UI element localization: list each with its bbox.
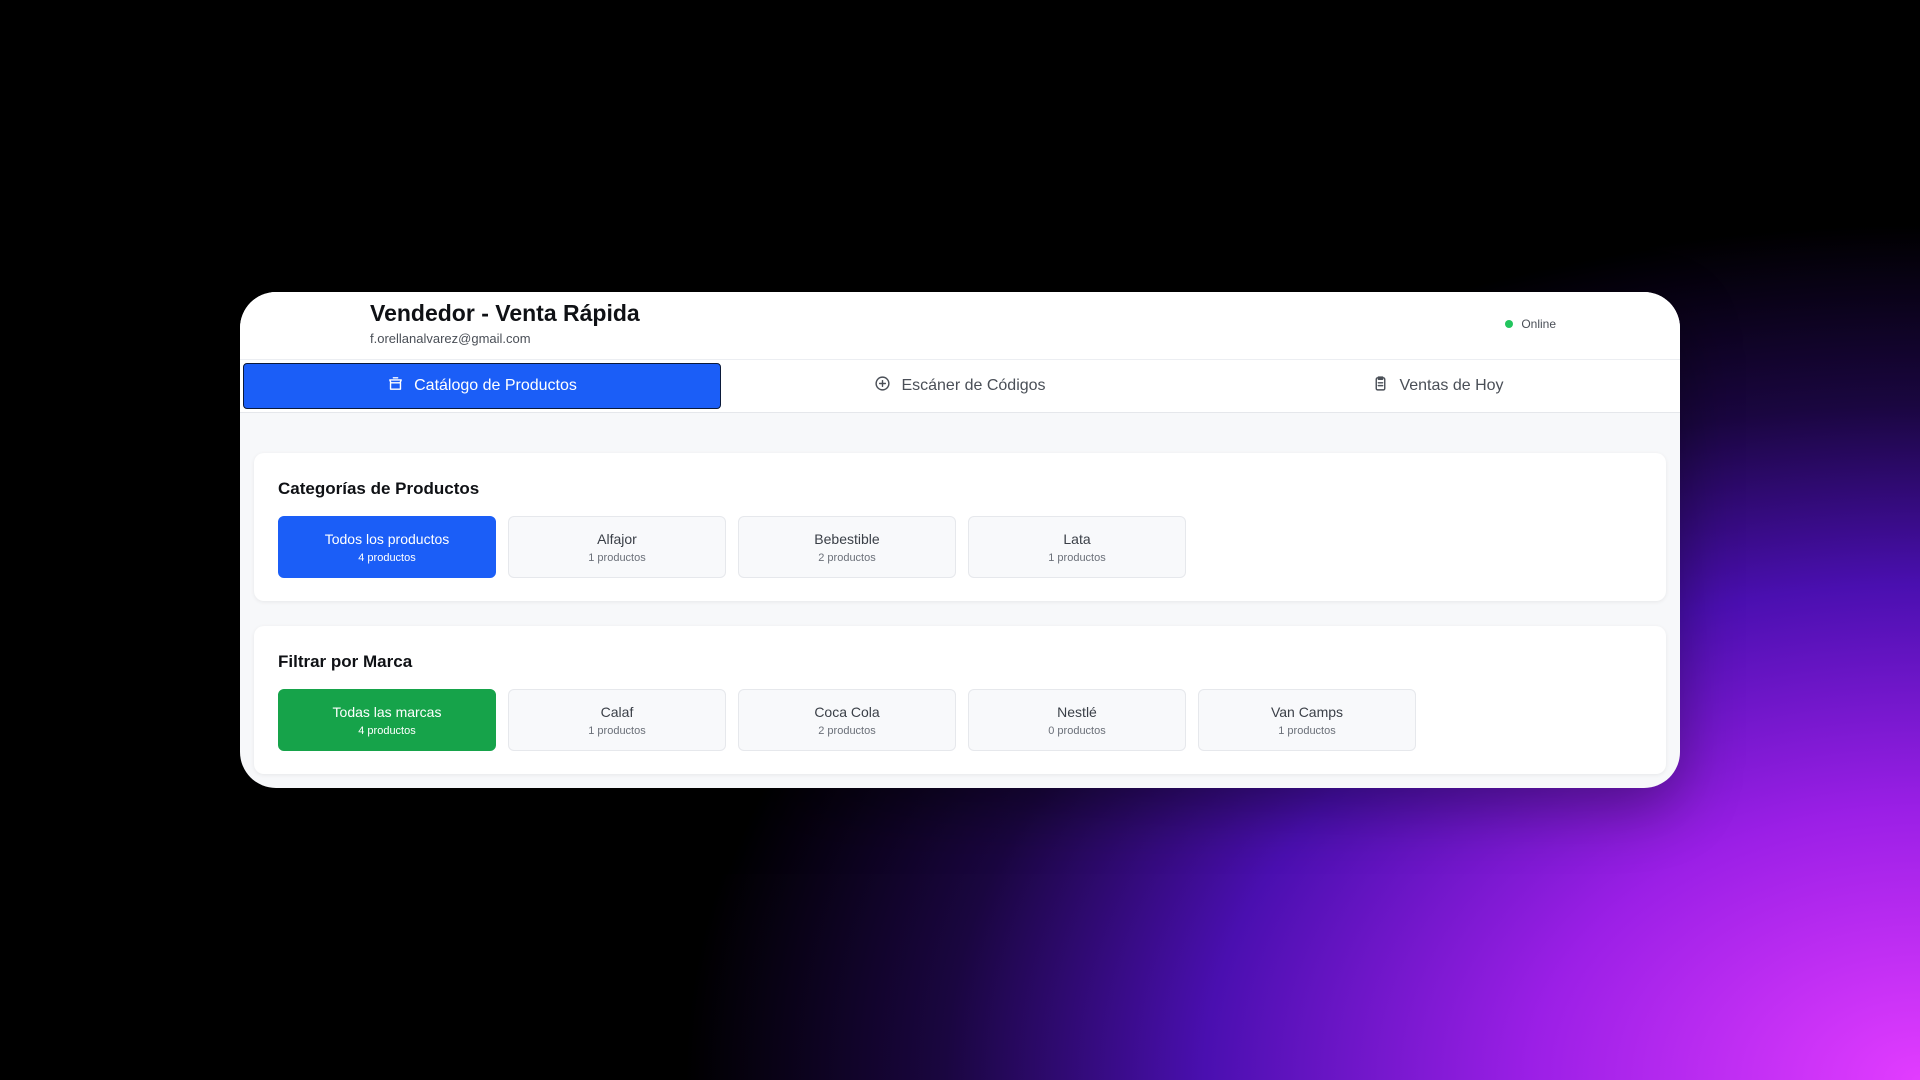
store-icon	[387, 375, 404, 397]
chip-count: 1 productos	[588, 724, 646, 737]
tab-escaner[interactable]: Escáner de Códigos	[721, 363, 1199, 409]
categories-card: Categorías de Productos Todos los produc…	[254, 453, 1666, 601]
chip-count: 4 productos	[358, 724, 416, 737]
tab-label: Catálogo de Productos	[414, 377, 577, 394]
chip-name: Todos los productos	[324, 530, 450, 547]
chip-count: 1 productos	[588, 551, 646, 564]
category-chip-lata[interactable]: Lata 1 productos	[968, 516, 1186, 578]
tab-label: Escáner de Códigos	[901, 377, 1046, 394]
tab-ventas[interactable]: Ventas de Hoy	[1199, 363, 1677, 409]
page-title: Vendedor - Venta Rápida	[370, 300, 640, 326]
brand-chip-todas[interactable]: Todas las marcas 4 productos	[278, 689, 496, 751]
chip-count: 4 productos	[358, 551, 416, 564]
header: Vendedor - Venta Rápida f.orellanalvarez…	[240, 292, 1680, 360]
chip-name: Todas las marcas	[332, 703, 442, 720]
chip-count: 2 productos	[818, 724, 876, 737]
brand-chip-van-camps[interactable]: Van Camps 1 productos	[1198, 689, 1416, 751]
tab-bar: Catálogo de Productos Escáner de Códigos…	[240, 360, 1680, 413]
brand-list: Todas las marcas 4 productos Calaf 1 pro…	[278, 689, 1416, 751]
chip-name: Nestlé	[1057, 703, 1097, 720]
category-chip-todos[interactable]: Todos los productos 4 productos	[278, 516, 496, 578]
chip-name: Coca Cola	[814, 703, 880, 720]
status-label: Online	[1521, 317, 1556, 331]
tab-label: Ventas de Hoy	[1399, 377, 1504, 394]
status-indicator: Online	[1505, 317, 1556, 331]
brand-chip-coca-cola[interactable]: Coca Cola 2 productos	[738, 689, 956, 751]
brands-title: Filtrar por Marca	[278, 652, 413, 671]
status-dot-icon	[1505, 320, 1514, 328]
categories-title: Categorías de Productos	[278, 479, 480, 498]
chip-name: Lata	[1063, 530, 1091, 547]
user-email: f.orellanalvarez@gmail.com	[370, 331, 531, 346]
chip-count: 1 productos	[1048, 551, 1106, 564]
chip-count: 2 productos	[818, 551, 876, 564]
chip-name: Van Camps	[1270, 703, 1344, 720]
chip-name: Alfajor	[597, 530, 637, 547]
chip-name: Calaf	[600, 703, 634, 720]
brand-chip-nestle[interactable]: Nestlé 0 productos	[968, 689, 1186, 751]
category-chip-bebestible[interactable]: Bebestible 2 productos	[738, 516, 956, 578]
clipboard-icon	[1372, 375, 1389, 397]
brand-chip-calaf[interactable]: Calaf 1 productos	[508, 689, 726, 751]
scan-icon	[874, 375, 891, 397]
chip-name: Bebestible	[814, 530, 880, 547]
brands-card: Filtrar por Marca Todas las marcas 4 pro…	[254, 626, 1666, 774]
chip-count: 1 productos	[1278, 724, 1336, 737]
tab-catalogo[interactable]: Catálogo de Productos	[243, 363, 721, 409]
category-list: Todos los productos 4 productos Alfajor …	[278, 516, 1186, 578]
chip-count: 0 productos	[1048, 724, 1106, 737]
app-window: Vendedor - Venta Rápida f.orellanalvarez…	[240, 292, 1680, 788]
category-chip-alfajor[interactable]: Alfajor 1 productos	[508, 516, 726, 578]
